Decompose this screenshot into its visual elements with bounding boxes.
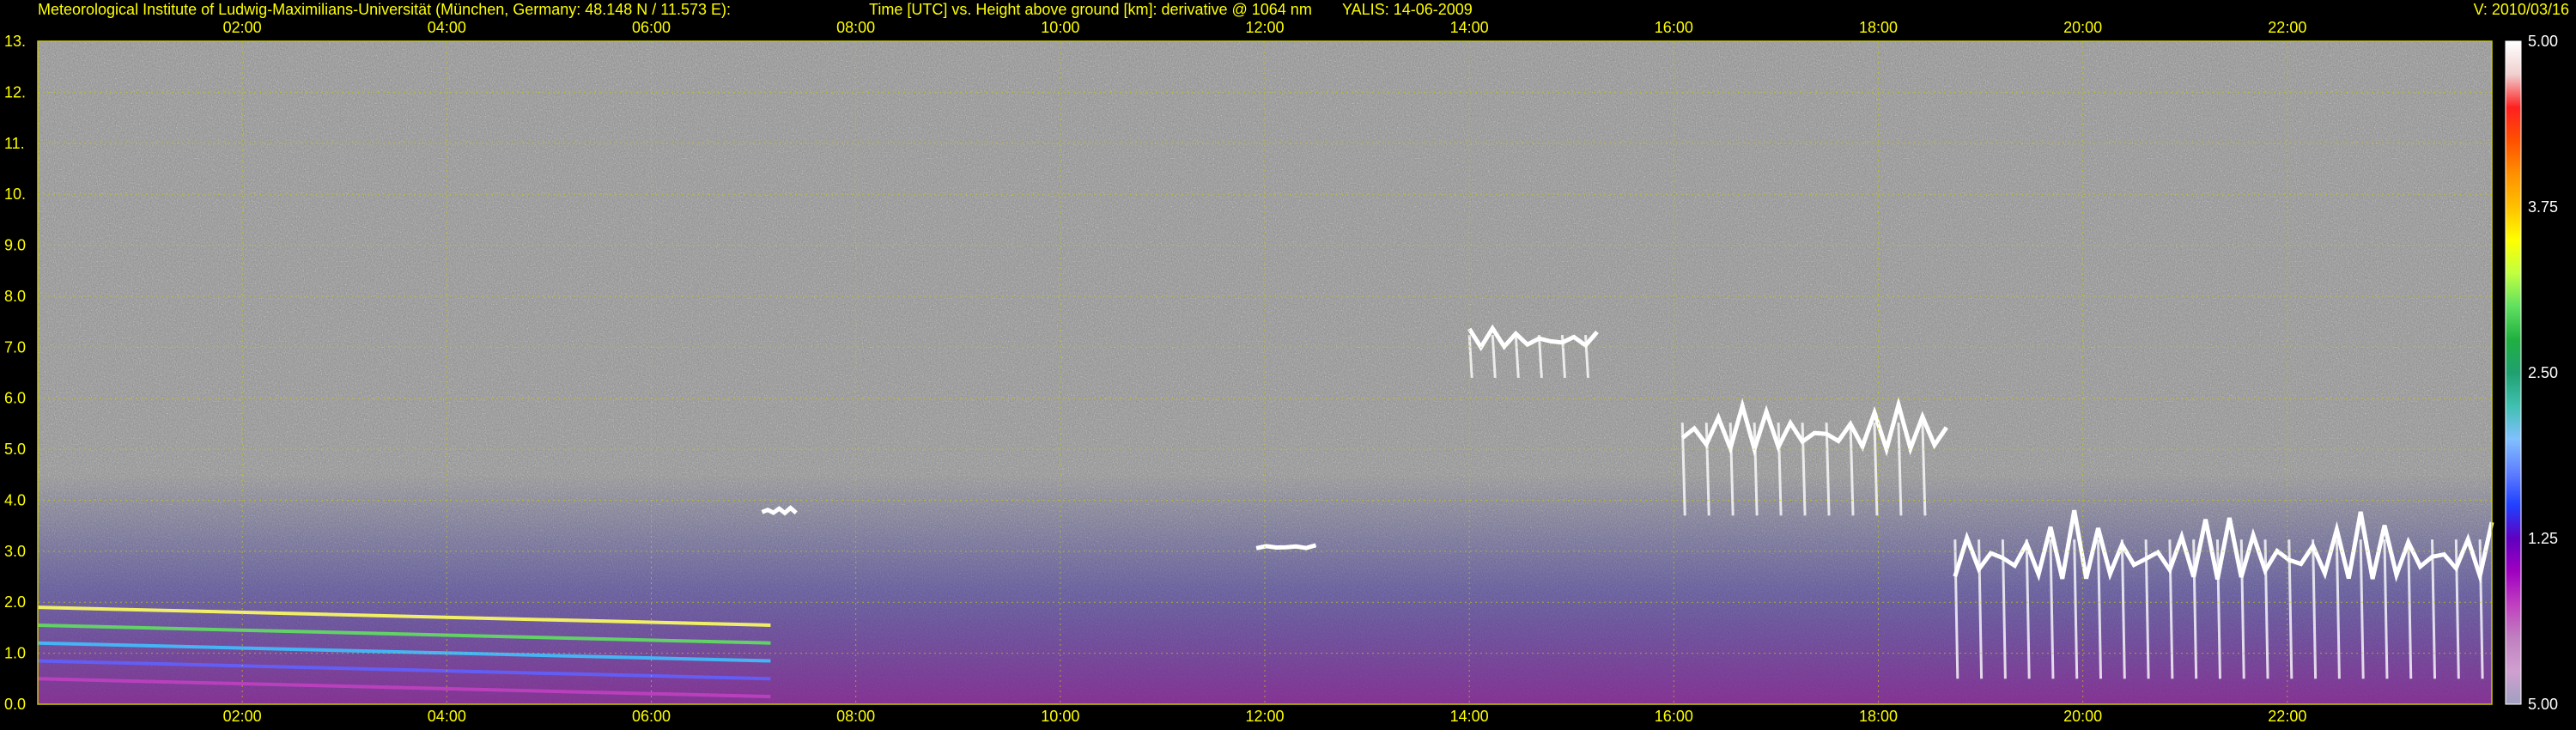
x-tick-label-bottom: 14:00 bbox=[1450, 708, 1489, 725]
x-tick-label-top: 04:00 bbox=[428, 19, 466, 36]
colorbar-tick-label: 2.50 bbox=[2528, 364, 2558, 381]
colorbar-tick-label: 3.75 bbox=[2528, 198, 2558, 216]
x-tick-label-top: 02:00 bbox=[223, 19, 262, 36]
colorbar-tick-label: 5.00 bbox=[2528, 33, 2558, 50]
x-axis-top: 02:00 04:00 06:00 08:00 10:00 12:00 14:00 16:00… bbox=[223, 19, 2307, 36]
x-tick-label-top: 20:00 bbox=[2063, 19, 2102, 36]
x-tick-label-bottom: 06:00 bbox=[632, 708, 671, 725]
y-tick-label: 2.0 bbox=[4, 593, 26, 611]
x-tick-label-bottom: 10:00 bbox=[1041, 708, 1079, 725]
x-tick-label-bottom: 08:00 bbox=[836, 708, 875, 725]
x-tick-label-top: 12:00 bbox=[1245, 19, 1284, 36]
y-tick-label: 12. bbox=[4, 83, 26, 100]
x-tick-label-top: 16:00 bbox=[1655, 19, 1693, 36]
x-axis-bottom: 02:00 04:00 06:00 08:00 10:00 12:00 14:00 16:00… bbox=[223, 708, 2307, 725]
y-tick-label: 10. bbox=[4, 186, 26, 203]
x-tick-label-bottom: 02:00 bbox=[223, 708, 262, 725]
colorbar-gradient bbox=[2505, 40, 2522, 705]
y-tick-label: 4.0 bbox=[4, 491, 26, 508]
x-tick-label-top: 14:00 bbox=[1450, 19, 1489, 36]
y-tick-label: 6.0 bbox=[4, 390, 26, 407]
y-tick-label: 3.0 bbox=[4, 543, 26, 560]
x-tick-label-bottom: 20:00 bbox=[2063, 708, 2102, 725]
y-tick-label: 1.0 bbox=[4, 645, 26, 662]
x-tick-label-bottom: 18:00 bbox=[1859, 708, 1898, 725]
colorbar: 5.00 3.75 2.50 1.25 5.00 bbox=[2505, 33, 2558, 713]
y-axis: 0.0 1.0 2.0 3.0 4.0 5.0 6.0 7.0 8.0 9.0 10. 11. 12. 1… bbox=[4, 33, 26, 713]
cloud-feature bbox=[1255, 543, 1317, 551]
y-tick-label: 5.0 bbox=[4, 441, 26, 458]
lidar-chart: 02:00 04:00 06:00 08:00 10:00 12:00 14:00 16:00… bbox=[4, 19, 2558, 725]
x-tick-label-bottom: 16:00 bbox=[1655, 708, 1693, 725]
cloud-top bbox=[1255, 543, 1317, 551]
y-tick-label: 11. bbox=[4, 135, 25, 152]
x-tick-label-top: 08:00 bbox=[836, 19, 875, 36]
y-tick-label: 7.0 bbox=[4, 338, 26, 356]
colorbar-tick-label: 5.00 bbox=[2528, 696, 2558, 713]
y-tick-label: 13. bbox=[4, 33, 26, 50]
x-tick-label-top: 18:00 bbox=[1859, 19, 1898, 36]
x-tick-label-bottom: 04:00 bbox=[428, 708, 466, 725]
x-tick-label-top: 06:00 bbox=[632, 19, 671, 36]
x-tick-label-bottom: 22:00 bbox=[2268, 708, 2306, 725]
y-tick-label: 9.0 bbox=[4, 237, 26, 254]
y-tick-label: 8.0 bbox=[4, 288, 26, 305]
x-tick-label-top: 22:00 bbox=[2268, 19, 2306, 36]
x-tick-label-top: 10:00 bbox=[1041, 19, 1079, 36]
colorbar-tick-label: 1.25 bbox=[2528, 530, 2558, 547]
x-tick-label-bottom: 12:00 bbox=[1245, 708, 1284, 725]
y-tick-label: 0.0 bbox=[4, 696, 26, 713]
